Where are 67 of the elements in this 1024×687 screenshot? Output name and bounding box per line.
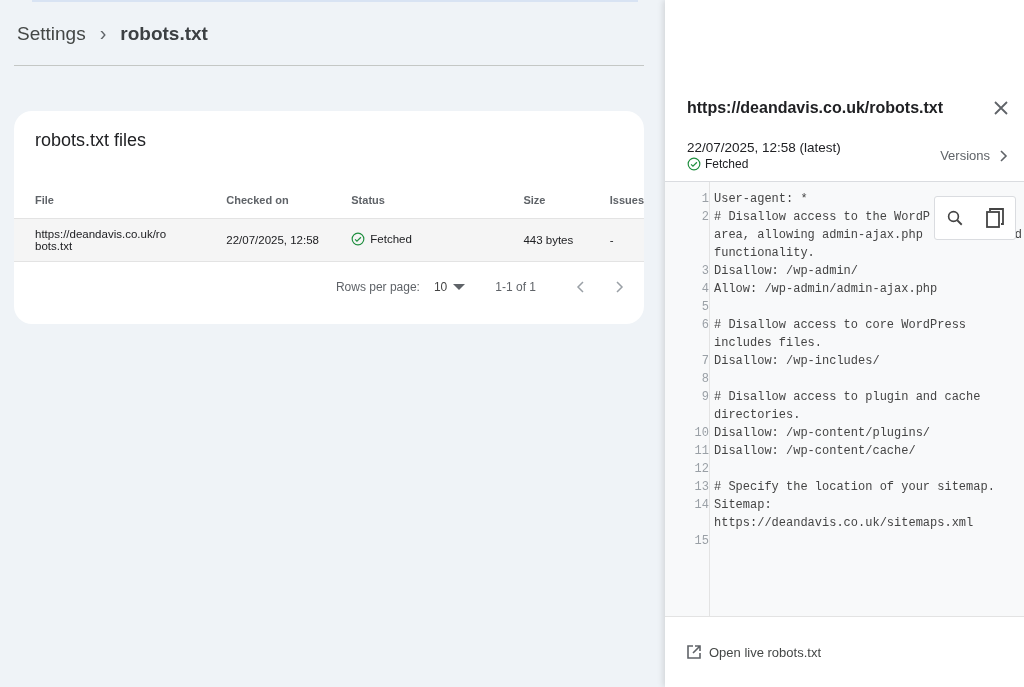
versions-button[interactable]: Versions xyxy=(940,148,1008,163)
page-range: 1-1 of 1 xyxy=(495,280,536,294)
line-number: 15 xyxy=(694,534,709,548)
line-number: 2 xyxy=(701,210,709,224)
code-line: User-agent: * xyxy=(714,191,808,208)
card-title: robots.txt files xyxy=(35,130,147,150)
page-title: robots.txt xyxy=(120,22,208,45)
column-header: Status xyxy=(351,194,385,206)
column-header: Checked on xyxy=(226,194,289,206)
line-number: 6 xyxy=(701,318,709,332)
table-cell: - xyxy=(609,234,614,246)
rows-per-page-label: Rows per page: xyxy=(335,280,420,294)
code-line: Disallow: /wp-content/plugins/ xyxy=(714,425,931,442)
breadcrumb-link[interactable]: Settings xyxy=(17,22,86,45)
table-cell: 443 bytes xyxy=(523,234,574,246)
chevron-right-icon xyxy=(1000,149,1008,162)
line-number: 3 xyxy=(701,264,709,278)
code-line: # Disallow access to the WordP xyxy=(714,209,931,226)
breadcrumb-separator: › xyxy=(99,22,107,45)
code-line: https://deandavis.co.uk/sitemaps.xml xyxy=(714,515,974,532)
panel-title: https://deandavis.co.uk/robots.txt xyxy=(687,99,944,117)
code-line: includes files. xyxy=(714,335,823,352)
rows-per-page-value[interactable]: 10 xyxy=(433,280,448,294)
search-button[interactable] xyxy=(946,209,964,227)
code-line: Disallow: /wp-includes/ xyxy=(714,353,880,370)
line-number: 10 xyxy=(694,426,709,440)
line-number: 5 xyxy=(701,300,709,314)
open-live-link[interactable]: Open live robots.txt xyxy=(687,644,821,660)
table-cell: 22/07/2025, 12:58 xyxy=(226,234,319,246)
close-button[interactable] xyxy=(994,101,1008,115)
external-link-icon xyxy=(687,645,701,659)
check-circle-icon xyxy=(351,232,366,246)
line-number: 14 xyxy=(694,498,709,512)
code-line: Allow: /wp-admin/admin-ajax.php xyxy=(714,281,938,298)
copy-button[interactable] xyxy=(986,208,1004,228)
search-icon xyxy=(946,209,964,227)
status-text: Fetched xyxy=(705,157,749,171)
next-page-icon[interactable] xyxy=(616,281,624,293)
line-number: 9 xyxy=(701,390,709,404)
code-line: # Disallow access to plugin and cache xyxy=(714,389,981,406)
previous-page-icon[interactable] xyxy=(576,281,584,293)
line-number: 11 xyxy=(694,444,709,458)
column-header: Issues xyxy=(609,194,644,206)
code-line: # Specify the location of your sitemap. xyxy=(714,479,995,496)
line-number: 4 xyxy=(701,282,709,296)
copy-icon xyxy=(986,208,1004,228)
code-line: Disallow: /wp-admin/ xyxy=(714,263,859,280)
close-icon xyxy=(994,101,1008,115)
dropdown-caret-icon[interactable] xyxy=(453,284,466,290)
line-number: 1 xyxy=(701,192,709,206)
line-number: 12 xyxy=(694,462,709,476)
code-fragment: d xyxy=(1014,227,1022,244)
check-circle-icon xyxy=(687,157,701,171)
code-line: Sitemap: xyxy=(714,497,772,514)
column-header: File xyxy=(35,194,54,206)
code-line: # Disallow access to core WordPress xyxy=(714,317,967,334)
status-text: Fetched xyxy=(370,233,412,245)
code-line: Disallow: /wp-content/cache/ xyxy=(714,443,916,460)
line-number: 13 xyxy=(694,480,709,494)
version-date: 22/07/2025, 12:58 (latest) xyxy=(687,140,841,155)
code-line: directories. xyxy=(714,407,801,424)
code-line: area, allowing admin-ajax.php xyxy=(714,227,923,244)
line-number: 7 xyxy=(701,354,709,368)
table-cell: https://deandavis.co.uk/ro bots.txt xyxy=(35,228,167,252)
code-line: functionality. xyxy=(714,245,815,262)
line-number: 8 xyxy=(701,372,709,386)
column-header: Size xyxy=(523,194,546,206)
